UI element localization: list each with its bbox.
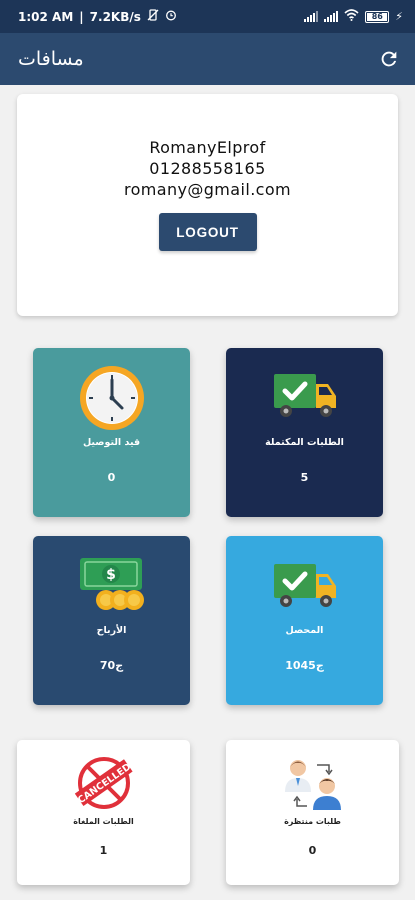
clock-icon	[78, 364, 146, 436]
tile-value: 5	[300, 471, 309, 484]
cancelled-stamp-icon: CANCELLED	[74, 754, 134, 816]
status-right: 86 ⚡	[304, 9, 403, 24]
battery-level: 86	[371, 12, 383, 21]
signal-icon	[304, 11, 319, 22]
alarm-icon	[165, 9, 177, 24]
tile-value: 1	[99, 844, 108, 857]
app-title: مسافات	[18, 48, 84, 70]
status-left: 1:02 AM | 7.2KB/s	[18, 9, 177, 24]
logout-button[interactable]: LOGOUT	[158, 213, 257, 251]
tile-pending-orders[interactable]: طلبات منتظرة 0	[226, 740, 399, 885]
profile-name: RomanyElprof	[149, 138, 266, 157]
users-exchange-icon	[283, 756, 343, 816]
truck-check-icon	[272, 560, 338, 614]
vibrate-off-icon	[147, 9, 159, 24]
app-bar: مسافات	[0, 33, 415, 85]
tile-label: الأرباح	[96, 625, 127, 636]
profile-email: romany@gmail.com	[123, 180, 292, 199]
refresh-icon	[381, 51, 397, 67]
tile-label: قيد التوصيل	[82, 437, 141, 448]
tile-completed-orders[interactable]: الطلبات المكتملة 5	[226, 348, 383, 517]
tile-label: طلبات منتظرة	[284, 817, 341, 826]
money-icon: $	[76, 554, 148, 624]
tile-label: المحصل	[285, 625, 324, 636]
status-speed: 7.2KB/s	[89, 9, 141, 24]
charging-icon: ⚡	[395, 10, 403, 23]
svg-text:$: $	[106, 567, 116, 583]
profile-card: RomanyElprof 01288558165 romany@gmail.co…	[17, 94, 398, 316]
tile-collected[interactable]: المحصل 1045ج	[226, 536, 383, 705]
tile-in-delivery[interactable]: قيد التوصيل 0	[33, 348, 190, 517]
truck-check-icon	[272, 370, 338, 424]
status-time: 1:02 AM	[18, 9, 74, 24]
tile-label: الطلبات الملغاة	[73, 817, 134, 826]
tile-value: 0	[308, 844, 317, 857]
tile-profits[interactable]: $ الأرباح 70ج	[33, 536, 190, 705]
tile-label: الطلبات المكتملة	[265, 437, 344, 448]
signal-icon	[324, 11, 339, 22]
tile-value: 1045ج	[285, 659, 324, 672]
battery-icon: 86	[365, 10, 390, 23]
status-bar: 1:02 AM | 7.2KB/s 86 ⚡	[0, 0, 415, 33]
tile-value: 0	[107, 471, 116, 484]
tile-cancelled-orders[interactable]: CANCELLED الطلبات الملغاة 1	[17, 740, 190, 885]
status-separator: |	[79, 9, 84, 24]
profile-phone: 01288558165	[149, 159, 266, 178]
tile-value: 70ج	[99, 659, 124, 672]
wifi-icon	[344, 9, 359, 24]
refresh-button[interactable]	[377, 47, 401, 71]
